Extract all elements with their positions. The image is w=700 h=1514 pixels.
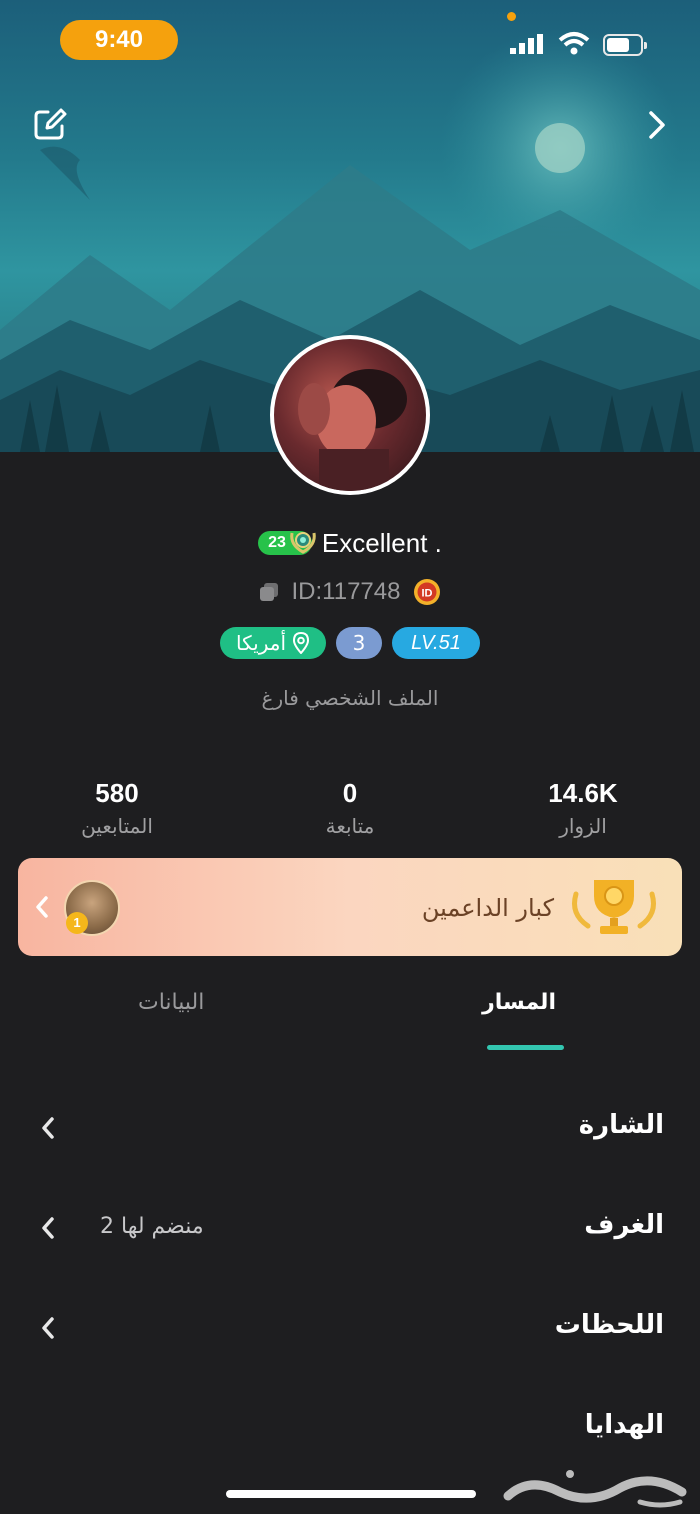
stat-visitors-value: 14.6K [548, 778, 618, 808]
copy-icon[interactable] [258, 581, 280, 603]
profile-bio: الملف الشخصي فارغ [261, 686, 439, 710]
user-level-badge: 23 [258, 531, 316, 555]
country-tag: أمريكا [219, 627, 326, 659]
top-supporters-card[interactable]: كبار الداعمين 1 [18, 858, 682, 956]
stat-followers-label: المتابعين [81, 814, 153, 838]
location-pin-icon [292, 632, 310, 654]
stat-following-label: متابعة [325, 814, 375, 838]
list-item-label: الهدايا [584, 1410, 664, 1440]
camera-indicator-dot [507, 12, 516, 21]
edit-profile-icon[interactable] [30, 104, 70, 144]
chevron-right-icon[interactable] [642, 105, 672, 145]
stat-following[interactable]: 0 متابعة [250, 778, 450, 838]
tab-track[interactable]: المسار [482, 990, 556, 1015]
list-item-badge[interactable]: الشارة [0, 1098, 700, 1158]
home-indicator[interactable] [226, 1490, 476, 1498]
active-tab-indicator [487, 1045, 564, 1050]
trophy-icon [572, 880, 656, 934]
profile-name-row: 23 Excellent . [0, 526, 700, 560]
list-item-moments[interactable]: اللحظات [0, 1298, 700, 1358]
list-item-gifts[interactable]: الهدايا [0, 1398, 700, 1458]
stat-followers-value: 580 [95, 778, 139, 808]
id-badge-icon: ID [414, 579, 441, 605]
stat-followers[interactable]: 580 المتابعين [17, 778, 217, 838]
list-item-label: الغرف [584, 1210, 664, 1240]
stat-visitors-label: الزوار [559, 814, 607, 838]
chevron-left-icon [36, 896, 48, 918]
supporter-rank-badge: 1 [66, 912, 88, 934]
svg-text:ID: ID [422, 588, 433, 600]
profile-tags-row: أمريكا 3 LV.51 [0, 627, 700, 659]
battery-icon [603, 34, 647, 56]
chevron-left-icon [42, 1117, 54, 1139]
top-supporters-title: كبار الداعمين [421, 894, 554, 922]
lv-tag: LV.51 [392, 627, 480, 659]
cellular-signal-icon [510, 34, 543, 54]
status-time: 9:40 [60, 20, 178, 60]
list-item-value: 2 منضم لها [100, 1214, 204, 1239]
count-tag: 3 [336, 627, 382, 659]
country-label: أمريكا [235, 631, 286, 655]
tab-data[interactable]: البيانات [138, 990, 204, 1015]
stat-visitors[interactable]: 14.6K الزوار [483, 778, 683, 838]
list-item-label: الشارة [578, 1110, 664, 1140]
user-level-value: 23 [268, 534, 286, 551]
avatar-photo [298, 369, 407, 491]
stat-following-value: 0 [342, 778, 358, 808]
wreath-medal-icon [290, 532, 316, 554]
chevron-left-icon [42, 1217, 54, 1239]
battery-level-fill [607, 38, 629, 52]
wifi-icon [558, 32, 590, 55]
haraj-watermark-logo [503, 1470, 687, 1508]
list-item-label: اللحظات [554, 1310, 664, 1340]
profile-name: Excellent . [321, 527, 442, 558]
profile-id-row: ID:117748 ID [0, 575, 700, 609]
chevron-left-icon [42, 1317, 54, 1339]
list-item-rooms[interactable]: الغرف 2 منضم لها [0, 1198, 700, 1258]
avatar[interactable] [270, 335, 430, 495]
profile-id: ID:117748 [291, 578, 401, 605]
